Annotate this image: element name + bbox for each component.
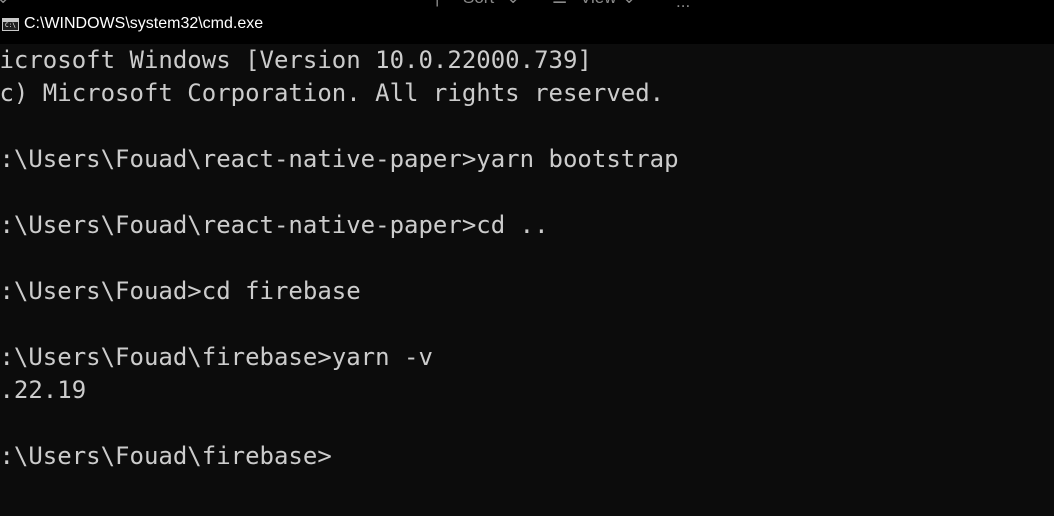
console-prompt-line[interactable]: C:\Users\Fouad\firebase>: [0, 440, 1054, 473]
chevron-down-icon: ⌄: [0, 0, 10, 8]
chevron-down-icon: ⌄: [622, 0, 636, 8]
icon-prompt-text: C:\: [5, 22, 16, 29]
console-output[interactable]: Microsoft Windows [Version 10.0.22000.73…: [0, 44, 1054, 516]
view-label: View: [580, 0, 617, 8]
more-options-icon: ...: [676, 0, 690, 8]
console-line: Microsoft Windows [Version 10.0.22000.73…: [0, 46, 592, 74]
cmd-console-icon[interactable]: C:\: [2, 18, 19, 31]
title-bar[interactable]: ⌄ | Sort ⌄ ☰ View ⌄ ... C:\ C:\WINDOWS\s…: [0, 0, 1054, 44]
console-line: C:\Users\Fouad>cd firebase: [0, 277, 361, 305]
view-icon: ☰: [552, 0, 567, 8]
console-line: C:\Users\Fouad\react-native-paper>yarn b…: [0, 145, 679, 173]
cmd-window: ⌄ | Sort ⌄ ☰ View ⌄ ... C:\ C:\WINDOWS\s…: [0, 0, 1054, 516]
console-line: (c) Microsoft Corporation. All rights re…: [0, 79, 665, 107]
window-title: C:\WINDOWS\system32\cmd.exe: [24, 15, 264, 32]
background-explorer-toolbar: ⌄ | Sort ⌄ ☰ View ⌄ ...: [0, 0, 1054, 8]
chevron-down-icon: ⌄: [506, 0, 520, 8]
console-line: 1.22.19: [0, 376, 87, 404]
console-line: C:\Users\Fouad\react-native-paper>cd ..: [0, 211, 549, 239]
sort-label: Sort: [463, 0, 494, 8]
toolbar-divider: |: [435, 0, 439, 8]
console-line: C:\Users\Fouad\firebase>yarn -v: [0, 343, 433, 371]
